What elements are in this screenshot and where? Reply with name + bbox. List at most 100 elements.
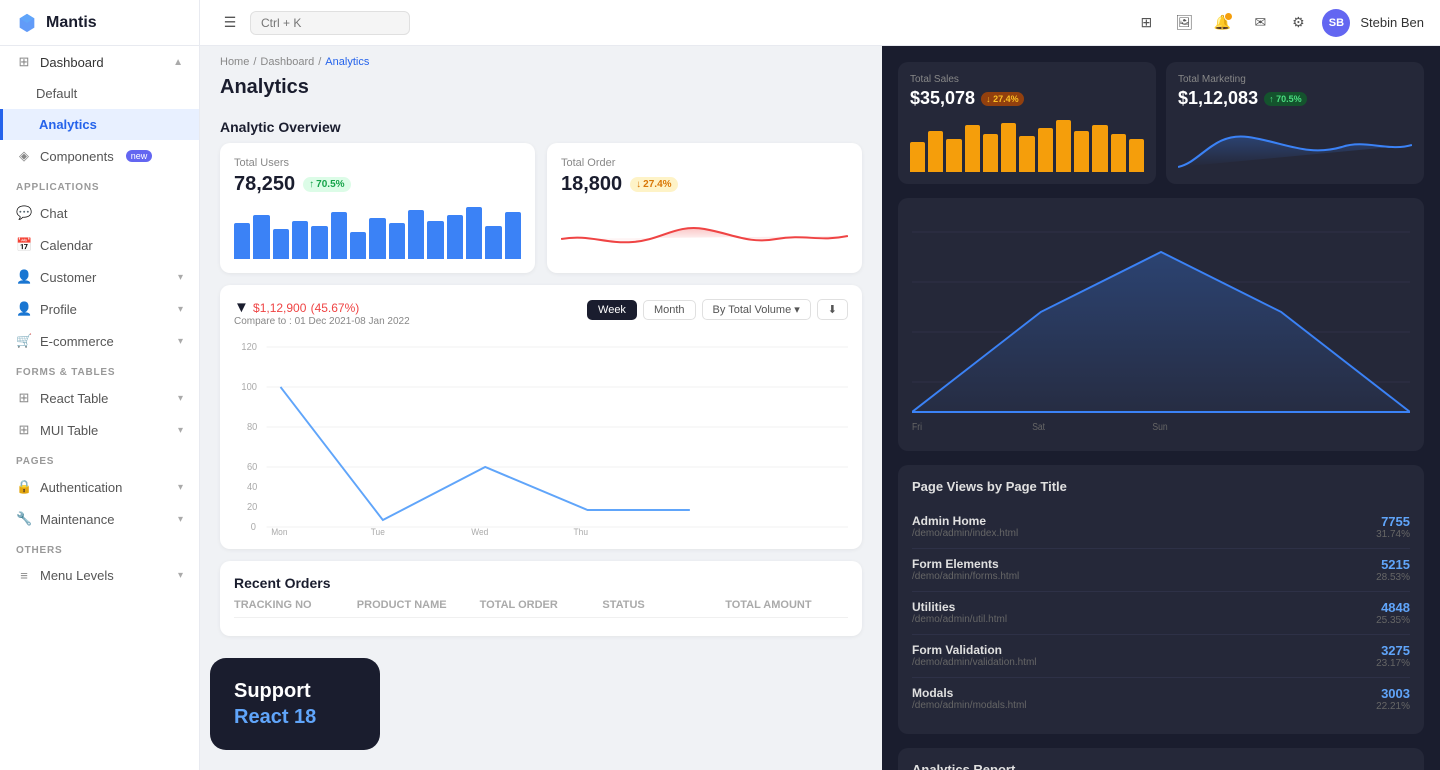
support-popup-line2: React 18: [234, 704, 356, 730]
svg-text:80: 80: [247, 422, 257, 433]
pv-url-3: /demo/admin/validation.html: [912, 657, 1037, 668]
users-bar-chart: [234, 204, 521, 259]
section-label-pages: Pages: [0, 446, 199, 471]
sidebar-item-mui-table[interactable]: ⊞ MUI Table ▾: [0, 414, 199, 446]
breadcrumb-home[interactable]: Home: [220, 56, 249, 68]
svg-text:Sat: Sat: [1032, 421, 1045, 432]
sidebar-item-menu-levels[interactable]: ≡ Menu Levels ▾: [0, 560, 199, 591]
sidebar-logo: Mantis: [0, 0, 199, 46]
pv-count-0: 7755: [1376, 514, 1410, 529]
income-compare: Compare to : 01 Dec 2021-08 Jan 2022: [234, 316, 410, 327]
svg-text:Tue: Tue: [371, 527, 385, 535]
pv-row-3: Form Validation /demo/admin/validation.h…: [912, 635, 1410, 678]
image-icon[interactable]: 🖼: [1170, 9, 1198, 37]
table-header: Tracking No Product Name Total Order Sta…: [234, 599, 848, 618]
pv-row-0: Admin Home /demo/admin/index.html 7755 3…: [912, 506, 1410, 549]
pv-count-2: 4848: [1376, 600, 1410, 615]
pv-url-0: /demo/admin/index.html: [912, 528, 1018, 539]
sidebar-item-authentication[interactable]: 🔒 Authentication ▾: [0, 471, 199, 503]
section-label-forms: Forms & Tables: [0, 357, 199, 382]
svg-text:0: 0: [251, 522, 256, 533]
total-marketing-value: $1,12,083 ↑ 70.5%: [1178, 88, 1412, 109]
income-overview-section: ▼ $1,12,900 (45.67%) Compare to : 01 Dec…: [220, 285, 862, 549]
search-input[interactable]: [250, 11, 410, 35]
volume-button[interactable]: By Total Volume ▾: [702, 299, 811, 320]
section-label-others: Others: [0, 535, 199, 560]
col-tracking: Tracking No: [234, 599, 357, 611]
grid-icon[interactable]: ⊞: [1132, 9, 1160, 37]
col-total-order: Total Order: [480, 599, 603, 611]
svg-text:Fri: Fri: [912, 421, 922, 432]
sidebar-item-ecommerce[interactable]: 🛒 E-commerce ▾: [0, 325, 199, 357]
col-status: Status: [602, 599, 725, 611]
mail-icon[interactable]: ✉: [1246, 9, 1274, 37]
ecommerce-icon: 🛒: [16, 333, 32, 349]
users-change-badge: ↑ 70.5%: [303, 177, 350, 192]
sales-badge: ↓ 27.4%: [981, 92, 1024, 106]
new-badge: new: [126, 150, 153, 162]
month-button[interactable]: Month: [643, 300, 696, 320]
sidebar-item-react-table[interactable]: ⊞ React Table ▾: [0, 382, 199, 414]
chevron-down-icon: ▾: [178, 304, 183, 315]
support-popup-line1: Support: [234, 678, 356, 704]
menu-icon: ≡: [16, 568, 32, 583]
support-react-popup[interactable]: Support React 18: [210, 658, 380, 750]
pv-count-4: 3003: [1376, 686, 1410, 701]
breadcrumb-dashboard[interactable]: Dashboard: [260, 56, 314, 68]
marketing-badge: ↑ 70.5%: [1264, 92, 1307, 106]
pv-count-1: 5215: [1376, 557, 1410, 572]
username-label: Stebin Ben: [1360, 15, 1424, 30]
settings-icon[interactable]: ⚙: [1284, 9, 1312, 37]
download-button[interactable]: ⬇: [817, 299, 848, 320]
pv-name-0: Admin Home: [912, 514, 1018, 528]
notification-bell-icon[interactable]: 🔔: [1208, 9, 1236, 37]
chat-icon: 💬: [16, 205, 32, 221]
components-icon: ◈: [16, 148, 32, 164]
app-name: Mantis: [46, 14, 97, 32]
avatar[interactable]: SB: [1322, 9, 1350, 37]
topbar-left: ☰: [216, 9, 410, 37]
chevron-up-icon: ▲: [173, 57, 183, 68]
logo-icon: [16, 12, 38, 34]
breadcrumb-area: Home / Dashboard / Analytics: [200, 46, 882, 72]
order-change-badge: ↓ 27.4%: [630, 177, 677, 192]
chevron-down-icon: ▾: [178, 570, 183, 581]
pv-row-2: Utilities /demo/admin/util.html 4848 25.…: [912, 592, 1410, 635]
chevron-down-icon: ▾: [178, 425, 183, 436]
dark-stat-card-marketing: Total Marketing $1,12,083 ↑ 70.5%: [1166, 62, 1424, 184]
pv-pct-0: 31.74%: [1376, 529, 1410, 540]
calendar-icon: 📅: [16, 237, 32, 253]
sidebar-item-maintenance[interactable]: 🔧 Maintenance ▾: [0, 503, 199, 535]
total-users-value: 78,250 ↑ 70.5%: [234, 173, 521, 196]
income-header: ▼ $1,12,900 (45.67%) Compare to : 01 Dec…: [234, 299, 848, 327]
right-panel: Total Sales $35,078 ↓ 27.4%: [882, 46, 1440, 770]
sidebar-item-chat[interactable]: 💬 Chat: [0, 197, 199, 229]
week-button[interactable]: Week: [587, 300, 637, 320]
chevron-down-icon: ▾: [178, 482, 183, 493]
sidebar-item-dashboard[interactable]: ⊞ Dashboard ▲: [0, 46, 199, 78]
total-order-value: 18,800 ↓ 27.4%: [561, 173, 848, 196]
dark-stat-card-sales: Total Sales $35,078 ↓ 27.4%: [898, 62, 1156, 184]
svg-text:20: 20: [247, 502, 257, 513]
sidebar-item-components[interactable]: ◈ Components new: [0, 140, 199, 172]
analytics-report-title: Analytics Report: [912, 762, 1410, 770]
svg-text:Wed: Wed: [471, 527, 488, 535]
sidebar-item-profile[interactable]: 👤 Profile ▾: [0, 293, 199, 325]
total-users-label: Total Users: [234, 157, 521, 169]
stat-cards: Total Users 78,250 ↑ 70.5%: [200, 143, 882, 285]
total-sales-value: $35,078 ↓ 27.4%: [910, 88, 1144, 109]
topbar-right: ⊞ 🖼 🔔 ✉ ⚙ SB Stebin Ben: [1132, 9, 1424, 37]
main-content: ☰ ⊞ 🖼 🔔 ✉ ⚙ SB Stebin Ben Home / Dashboa…: [200, 0, 1440, 770]
sidebar-item-customer[interactable]: 👤 Customer ▾: [0, 261, 199, 293]
stat-card-order: Total Order 18,800 ↓ 27.4%: [547, 143, 862, 273]
maintenance-icon: 🔧: [16, 511, 32, 527]
chevron-down-icon: ▾: [178, 514, 183, 525]
dark-income-section: Fri Sat Sun: [898, 198, 1424, 451]
sidebar-item-default[interactable]: Default: [0, 78, 199, 109]
menu-toggle-button[interactable]: ☰: [216, 9, 244, 37]
col-total-amount: Total Amount: [725, 599, 848, 611]
content-area: Home / Dashboard / Analytics Analytics A…: [200, 46, 1440, 770]
sidebar-item-calendar[interactable]: 📅 Calendar: [0, 229, 199, 261]
analytics-report-section: Analytics Report: [898, 748, 1424, 770]
sidebar-item-analytics[interactable]: Analytics: [0, 109, 199, 140]
